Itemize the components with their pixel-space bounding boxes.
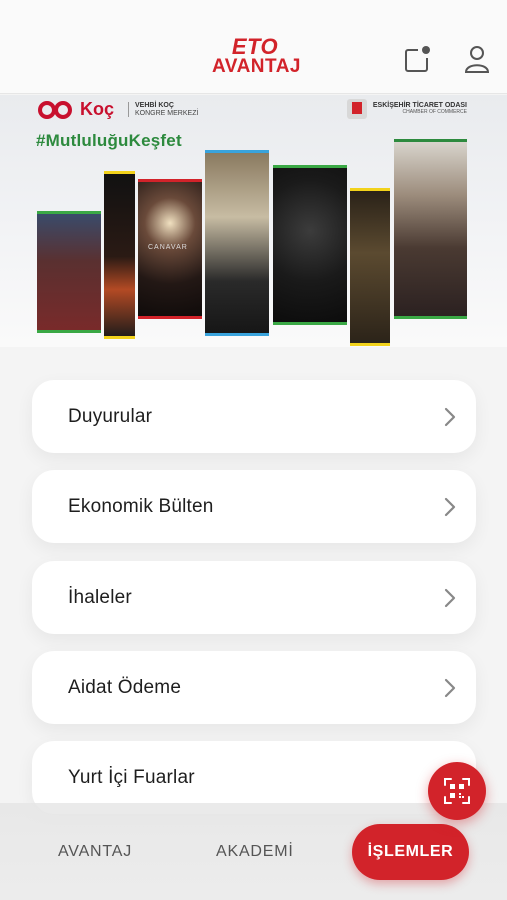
- nav-tab-avantaj[interactable]: AVANTAJ: [58, 838, 132, 866]
- chevron-right-icon: [444, 497, 456, 517]
- sponsor-line1: VEHBİ KOÇ: [135, 102, 174, 110]
- koc-subtitle: VEHBİ KOÇ KONGRE MERKEZİ: [128, 102, 198, 117]
- user-icon[interactable]: [462, 44, 492, 74]
- org-line2: CHAMBER OF COMMERCE: [402, 109, 467, 116]
- chevron-right-icon: [444, 588, 456, 608]
- nav-tab-akademi[interactable]: AKADEMİ: [216, 838, 294, 866]
- chevron-right-icon: [444, 678, 456, 698]
- koc-mark-icon: [38, 100, 74, 119]
- koc-sponsor-logo: Koç VEHBİ KOÇ KONGRE MERKEZİ: [38, 99, 198, 120]
- nav-tab-islemler[interactable]: İŞLEMLER: [352, 824, 469, 880]
- banner-photo-2: [104, 171, 135, 339]
- poster-text: CANAVAR: [148, 244, 188, 251]
- campaign-hashtag: #MutluluğuKeşfet: [36, 131, 182, 150]
- eto-avantaj-logo: ETO AVANTAJ: [212, 34, 301, 78]
- banner-photo-4: [205, 150, 269, 336]
- app-header: ETO AVANTAJ: [0, 0, 507, 94]
- qr-scan-button[interactable]: [428, 762, 486, 820]
- banner-photo-5: [273, 165, 347, 325]
- notification-icon[interactable]: [403, 44, 433, 74]
- eto-emblem-icon: [346, 99, 367, 119]
- menu-item-label: Ekonomik Bülten: [68, 496, 214, 517]
- banner-photo-7: [394, 139, 467, 319]
- menu-item-label: İhaleler: [68, 587, 132, 608]
- campaign-banner[interactable]: Koç VEHBİ KOÇ KONGRE MERKEZİ ESKİŞEHİR T…: [0, 95, 507, 347]
- banner-photo-1: [37, 211, 101, 333]
- menu-item-label: Duyurular: [68, 406, 153, 427]
- logo-bottom-text: AVANTAJ: [212, 56, 301, 77]
- koc-brand-text: Koç: [80, 99, 115, 119]
- menu-item-duyurular[interactable]: Duyurular: [32, 380, 476, 453]
- menu-item-label: Aidat Ödeme: [68, 677, 182, 698]
- menu-item-aidat-odeme[interactable]: Aidat Ödeme: [32, 651, 476, 724]
- menu-item-ihaleler[interactable]: İhaleler: [32, 561, 476, 634]
- qr-code-icon: [444, 778, 470, 804]
- menu-item-ekonomik-bulten[interactable]: Ekonomik Bülten: [32, 470, 476, 543]
- eto-org-logo: ESKİŞEHİR TİCARET ODASI CHAMBER OF COMME…: [346, 99, 467, 119]
- banner-photo-6: [350, 188, 390, 346]
- chevron-right-icon: [444, 407, 456, 427]
- sponsor-line2: KONGRE MERKEZİ: [135, 109, 199, 117]
- banner-photo-3: CANAVAR: [138, 179, 202, 319]
- logo-top-text: ETO: [231, 34, 279, 59]
